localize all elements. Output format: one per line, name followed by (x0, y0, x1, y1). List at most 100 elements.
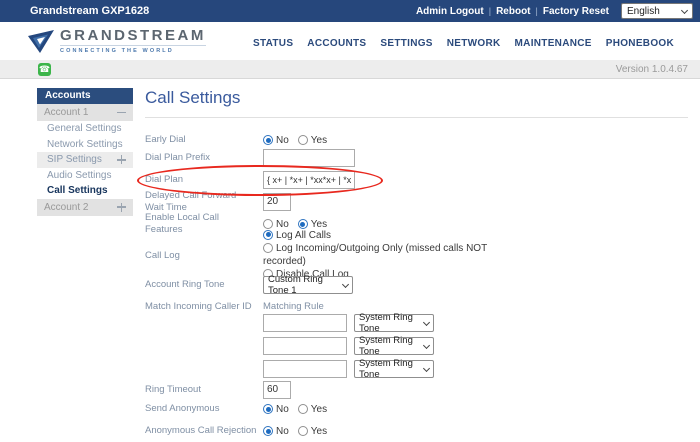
sidebar-item-label: Network Settings (47, 137, 123, 153)
logo-text: GRANDSTREAM (60, 28, 206, 44)
dial-plan-prefix-input[interactable] (263, 149, 355, 167)
matching-rule-column-header: Matching Rule (263, 301, 324, 312)
sidebar-item-audio-settings[interactable]: Audio Settings (37, 168, 133, 184)
factory-reset-link[interactable]: Factory Reset (543, 6, 609, 17)
page-title: Call Settings (145, 88, 688, 108)
radio-label: Yes (311, 219, 327, 230)
matching-rule-2-input[interactable] (263, 337, 347, 355)
sidebar-item-network-settings[interactable]: Network Settings (37, 137, 133, 153)
field-label: Send Anonymous (145, 403, 263, 415)
topbar: Grandstream GXP1628 Admin Logout | Reboo… (0, 0, 700, 22)
sidebar-item-label: Account 1 (44, 107, 88, 118)
field-early-dial: Early Dial No Yes (145, 130, 688, 150)
radio-label: Yes (311, 135, 327, 146)
select-value: System Ring Tone (359, 335, 424, 357)
chevron-down-icon (423, 341, 430, 348)
field-label: Enable Local Call Features (145, 212, 263, 236)
topbar-actions: Admin Logout | Reboot | Factory Reset En… (416, 3, 693, 19)
dial-plan-input[interactable] (263, 171, 355, 189)
nav-settings[interactable]: SETTINGS (380, 38, 432, 49)
grandstream-logo: GRANDSTREAM CONNECTING THE WORLD (28, 28, 206, 55)
anonymous-call-rejection-yes-radio[interactable] (298, 426, 308, 436)
chevron-down-icon (681, 6, 688, 13)
radio-label: No (276, 135, 289, 146)
admin-logout-link[interactable]: Admin Logout (416, 6, 484, 17)
separator: | (489, 6, 491, 16)
select-value: System Ring Tone (359, 358, 424, 380)
title-divider (145, 117, 688, 118)
matching-rule-1-ring-tone-select[interactable]: System Ring Tone (354, 314, 434, 332)
sidebar: Accounts Account 1 General Settings Netw… (37, 88, 133, 216)
header: GRANDSTREAM CONNECTING THE WORLD STATUS … (0, 22, 700, 60)
send-anonymous-yes-radio[interactable] (298, 404, 308, 414)
enable-lcf-no-radio[interactable] (263, 219, 273, 229)
anonymous-call-rejection-no-radio[interactable] (263, 426, 273, 436)
select-value: Custom Ring Tone 1 (268, 274, 343, 296)
select-value: System Ring Tone (359, 312, 424, 334)
device-title: Grandstream GXP1628 (30, 5, 149, 17)
call-log-in-out-only-radio[interactable] (263, 243, 273, 253)
matching-rule-1-input[interactable] (263, 314, 347, 332)
sidebar-item-account2[interactable]: Account 2 (37, 199, 133, 216)
field-label: Ring Timeout (145, 384, 263, 396)
field-ring-timeout: Ring Timeout (145, 380, 688, 399)
radio-label: Log Incoming/Outgoing Only (missed calls… (263, 243, 487, 267)
expand-icon[interactable] (117, 155, 126, 164)
main-content: Call Settings Early Dial No Yes Dial Pla… (145, 88, 688, 442)
nav-network[interactable]: NETWORK (447, 38, 501, 49)
early-dial-no-radio[interactable] (263, 135, 273, 145)
sidebar-item-call-settings[interactable]: Call Settings (37, 183, 133, 199)
matching-rule-row: System Ring Tone (145, 360, 688, 378)
account-ring-tone-select[interactable]: Custom Ring Tone 1 (263, 276, 353, 294)
chevron-down-icon (342, 280, 349, 287)
send-anonymous-no-radio[interactable] (263, 404, 273, 414)
nav-status[interactable]: STATUS (253, 38, 293, 49)
field-dial-plan-prefix: Dial Plan Prefix (145, 148, 688, 167)
sidebar-header-accounts: Accounts (37, 88, 133, 104)
matching-rule-3-input[interactable] (263, 360, 347, 378)
field-send-anonymous: Send Anonymous No Yes (145, 402, 688, 416)
grandstream-logo-icon (28, 29, 54, 55)
field-call-log: Call Log Log All Calls Log Incoming/Outg… (145, 234, 688, 278)
matching-rule-3-ring-tone-select[interactable]: System Ring Tone (354, 360, 434, 378)
field-label: Call Log (145, 250, 263, 262)
sidebar-item-account1[interactable]: Account 1 (37, 104, 133, 121)
delayed-call-forward-wait-time-input[interactable] (263, 193, 291, 211)
sidebar-item-general-settings[interactable]: General Settings (37, 121, 133, 137)
language-select[interactable]: English (621, 3, 693, 19)
radio-label: No (276, 404, 289, 415)
status-strip: ☎ Version 1.0.4.67 (0, 60, 700, 79)
logo-tagline: CONNECTING THE WORLD (60, 45, 206, 54)
page: Grandstream GXP1628 Admin Logout | Reboo… (0, 0, 700, 442)
field-delayed-call-forward-wait-time: Delayed Call Forward Wait Time (145, 192, 688, 211)
sidebar-item-label: SIP Settings (47, 152, 102, 168)
radio-label: No (276, 426, 289, 437)
nav-maintenance[interactable]: MAINTENANCE (515, 38, 592, 49)
matching-rule-row: System Ring Tone (145, 337, 688, 355)
collapse-icon[interactable] (117, 108, 126, 117)
sidebar-item-label: General Settings (47, 121, 122, 137)
field-label: Anonymous Call Rejection (145, 425, 263, 437)
sidebar-item-label: Audio Settings (47, 168, 112, 184)
reboot-link[interactable]: Reboot (496, 6, 530, 17)
sidebar-item-sip-settings[interactable]: SIP Settings (37, 152, 133, 168)
sidebar-item-label: Call Settings (47, 183, 108, 199)
nav-accounts[interactable]: ACCOUNTS (307, 38, 366, 49)
matching-rule-row: System Ring Tone (145, 314, 688, 332)
firmware-version: Version 1.0.4.67 (616, 64, 688, 75)
ring-timeout-input[interactable] (263, 381, 291, 399)
chevron-down-icon (423, 364, 430, 371)
field-label: Account Ring Tone (145, 279, 263, 291)
sidebar-item-label: Account 2 (44, 202, 88, 213)
field-label: Dial Plan (145, 174, 263, 186)
matching-rule-2-ring-tone-select[interactable]: System Ring Tone (354, 337, 434, 355)
call-log-all-radio[interactable] (263, 230, 273, 240)
expand-icon[interactable] (117, 203, 126, 212)
radio-label: No (276, 219, 289, 230)
language-select-value: English (627, 6, 660, 17)
radio-label: Yes (311, 426, 327, 437)
separator: | (536, 6, 538, 16)
enable-lcf-yes-radio[interactable] (298, 219, 308, 229)
early-dial-yes-radio[interactable] (298, 135, 308, 145)
nav-phonebook[interactable]: PHONEBOOK (606, 38, 674, 49)
